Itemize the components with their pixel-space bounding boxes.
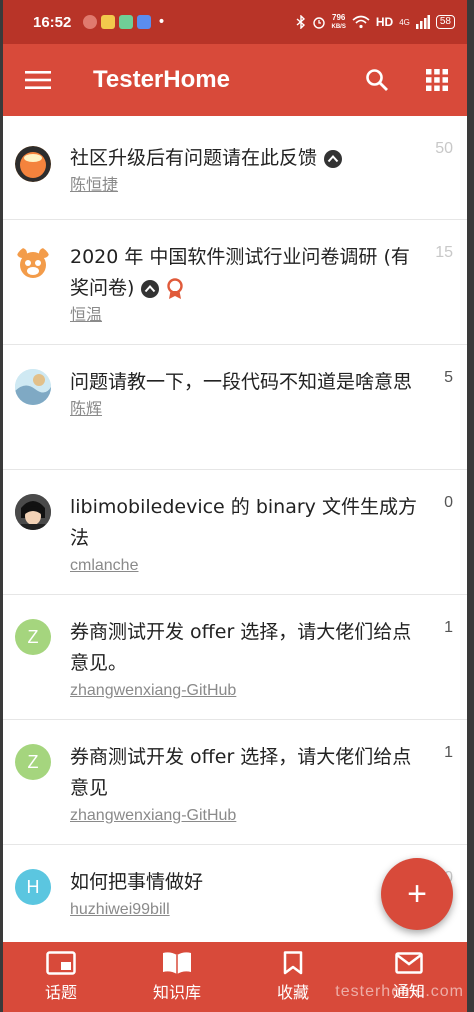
hamburger-icon [25, 71, 51, 89]
avatar-image [15, 369, 51, 405]
topic-author[interactable]: huzhiwei99bill [70, 898, 170, 922]
topic-item[interactable]: Z 券商测试开发 offer 选择，请大佬们给点意见 zhangwenxiang… [3, 720, 467, 845]
notification-more-dot: • [157, 14, 166, 30]
app-bar: TesterHome [3, 44, 467, 116]
topic-author[interactable]: 陈辉 [70, 398, 102, 422]
up-arrow-icon [324, 149, 343, 168]
notification-app-icon [83, 15, 98, 29]
app-title: TesterHome [93, 66, 230, 93]
user-avatar[interactable] [15, 146, 51, 182]
mail-icon [395, 952, 423, 974]
status-bar: 16:52 • 796 KB/S HD 4G 58 [3, 0, 467, 44]
bottom-nav: 话题 知识库 收藏 通知 [3, 942, 467, 1012]
reply-count: 50 [435, 140, 453, 157]
app-bar-actions [347, 44, 467, 116]
signal-bars-icon [415, 15, 430, 29]
alarm-icon [312, 17, 325, 29]
tab-knowledge[interactable]: 知识库 [119, 942, 235, 1012]
grid-button[interactable] [407, 44, 467, 116]
topic-author[interactable]: zhangwenxiang-GitHub [70, 804, 236, 828]
app-screen: 16:52 • 796 KB/S HD 4G 58 TesterHome 社区升… [0, 0, 474, 1012]
avatar-image [15, 146, 51, 182]
reply-count: 5 [444, 369, 453, 386]
status-time: 16:52 [33, 13, 72, 31]
user-avatar[interactable]: Z [15, 619, 51, 655]
signal-type: 4G [399, 17, 410, 27]
battery-indicator: 58 [435, 15, 455, 29]
topic-title: libimobiledevice 的 binary 文件生成方法 [70, 496, 417, 549]
topic-author[interactable]: 恒温 [70, 304, 102, 328]
avatar-image [15, 494, 51, 530]
network-speed-unit: KB/S [331, 23, 346, 30]
new-topic-button[interactable]: + [381, 858, 453, 930]
reply-count: 1 [444, 744, 453, 761]
network-speed-value: 796 [332, 12, 346, 22]
topic-author[interactable]: 陈恒捷 [70, 174, 118, 198]
screen-edge-right [467, 0, 474, 1012]
user-avatar[interactable]: Z [15, 744, 51, 780]
topic-item[interactable]: Z 券商测试开发 offer 选择，请大佬们给点意见。 zhangwenxian… [3, 595, 467, 720]
tab-label: 话题 [44, 983, 77, 1002]
topic-title: 券商测试开发 offer 选择，请大佬们给点意见。 [70, 621, 412, 674]
topic-title: 社区升级后有问题请在此反馈 [70, 143, 427, 174]
plus-icon: + [407, 874, 427, 913]
reply-count: 1 [444, 619, 453, 636]
notification-chat-icon [119, 15, 134, 29]
avatar-letter: Z [27, 751, 39, 772]
topic-title-text: 社区升级后有问题请在此反馈 [70, 147, 318, 169]
grid-icon [426, 69, 448, 91]
topic-title: 券商测试开发 offer 选择，请大佬们给点意见 [70, 746, 412, 799]
topic-title: 如何把事情做好 [70, 871, 204, 893]
topic-title-text: 2020 年 中国软件测试行业问卷调研 (有奖问卷) [70, 246, 410, 299]
network-speed: 796 KB/S [331, 12, 346, 31]
topic-list: 社区升级后有问题请在此反馈 陈恒捷 50 2020 年 中国软件测试行业问卷调研… [3, 116, 467, 942]
tab-favorites[interactable]: 收藏 [235, 942, 351, 1012]
topic-item[interactable]: 社区升级后有问题请在此反馈 陈恒捷 50 [3, 116, 467, 220]
user-avatar[interactable]: H [15, 869, 51, 905]
topic-title: 2020 年 中国软件测试行业问卷调研 (有奖问卷) [70, 242, 427, 304]
topic-item[interactable]: libimobiledevice 的 binary 文件生成方法 cmlanch… [3, 470, 467, 595]
watermark: testerhome.com [335, 983, 464, 1000]
topic-author[interactable]: zhangwenxiang-GitHub [70, 679, 236, 703]
search-icon [366, 69, 388, 91]
topic-title: 问题请教一下，一段代码不知道是啥意思 [70, 371, 413, 393]
tab-notifications[interactable]: 通知 [351, 942, 467, 1012]
user-avatar[interactable] [15, 245, 51, 281]
reply-count: 15 [435, 244, 453, 261]
avatar-image [17, 248, 49, 278]
tab-label: 收藏 [276, 983, 309, 1002]
topic-author[interactable]: cmlanche [70, 554, 138, 578]
up-arrow-icon [141, 279, 160, 298]
user-avatar[interactable] [15, 369, 51, 405]
wifi-icon [352, 15, 370, 29]
book-icon [163, 952, 191, 974]
topic-item[interactable]: 2020 年 中国软件测试行业问卷调研 (有奖问卷) 恒温 15 [3, 220, 467, 345]
tab-topics[interactable]: 话题 [3, 942, 119, 1012]
network-type: HD [375, 15, 394, 29]
status-system-icons: 796 KB/S HD 4G 58 [296, 12, 455, 31]
bookmark-icon [283, 951, 303, 975]
bluetooth-icon [296, 15, 305, 29]
search-button[interactable] [347, 44, 407, 116]
topics-icon [46, 951, 76, 975]
topic-item[interactable]: 问题请教一下，一段代码不知道是啥意思 陈辉 5 [3, 345, 467, 470]
notification-mail-icon [101, 15, 116, 29]
status-notification-icons: • [83, 14, 166, 30]
reply-count: 0 [444, 494, 453, 511]
avatar-letter: Z [27, 626, 39, 647]
user-avatar[interactable] [15, 494, 51, 530]
menu-button[interactable] [3, 44, 73, 116]
tab-label: 知识库 [152, 983, 201, 1002]
avatar-letter: H [26, 876, 40, 897]
award-icon [167, 277, 184, 299]
notification-message-icon [137, 15, 152, 29]
